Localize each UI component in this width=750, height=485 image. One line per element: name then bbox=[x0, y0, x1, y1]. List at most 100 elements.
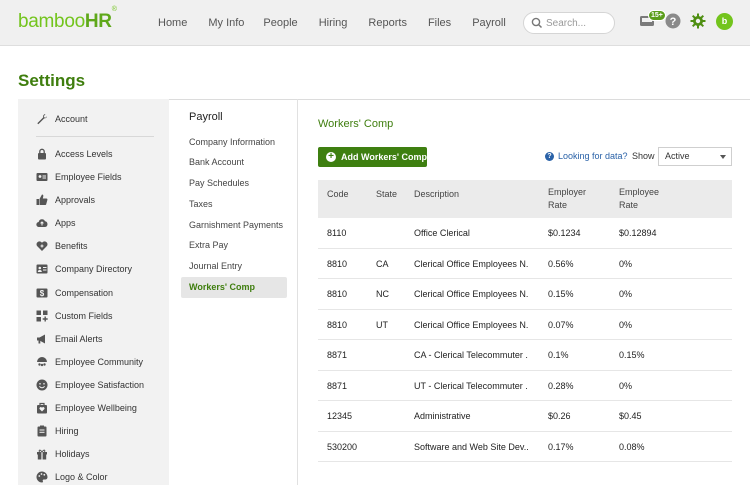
cell-employee-rate: 0.15% bbox=[619, 350, 645, 360]
subnav-title: Payroll bbox=[189, 111, 223, 123]
svg-text:?: ? bbox=[670, 16, 677, 28]
nav-my-info[interactable]: My Info bbox=[208, 17, 244, 29]
subnav-item-pay-schedules[interactable]: Pay Schedules bbox=[181, 173, 287, 194]
sidebar-item-compensation[interactable]: $ Compensation bbox=[36, 283, 113, 303]
sidebar-item-employee-satisfaction[interactable]: Employee Satisfaction bbox=[36, 375, 144, 395]
subnav-item-garnishment-payments[interactable]: Garnishment Payments bbox=[181, 215, 287, 236]
cell-code: 8810 bbox=[327, 289, 348, 299]
wellbeing-icon bbox=[37, 402, 47, 414]
table-row[interactable]: 8810 CA Clerical Office Employees N... 0… bbox=[318, 249, 732, 279]
column-header-line: Rate bbox=[548, 200, 568, 210]
sidebar-item-apps[interactable]: Apps bbox=[36, 213, 76, 233]
table-row[interactable]: 530200 Software and Web Site Dev... 0.17… bbox=[318, 432, 732, 462]
gift-icon bbox=[37, 449, 47, 460]
add-workers-comp-button[interactable]: + Add Workers' Comp bbox=[318, 147, 427, 167]
subnav-item-taxes[interactable]: Taxes bbox=[181, 194, 287, 215]
table-row[interactable]: 8810 UT Clerical Office Employees N... 0… bbox=[318, 310, 732, 340]
cell-employer-rate: 0.56% bbox=[548, 258, 574, 269]
column-header-employee-rate[interactable]: Employee Rate bbox=[619, 186, 679, 212]
cell-employee-rate: $0.12894 bbox=[619, 228, 657, 238]
table-row[interactable]: 8871 CA - Clerical Telecommuter ... 0.1%… bbox=[318, 340, 732, 371]
cell-code: 8810 bbox=[327, 319, 348, 330]
subnav-item-extra-pay[interactable]: Extra Pay bbox=[181, 235, 287, 256]
table-row[interactable]: 8110 Office Clerical $0.1234 $0.12894 bbox=[318, 218, 732, 249]
cell-employer-rate: 0.15% bbox=[548, 289, 574, 299]
subnav-item-company-information[interactable]: Company Information bbox=[181, 132, 287, 153]
column-header-line: Employer bbox=[548, 187, 587, 197]
table-row[interactable]: 12345 Administrative $0.26 $0.45 bbox=[318, 401, 732, 432]
cell-code: 8871 bbox=[327, 350, 348, 360]
sidebar-item-email-alerts[interactable]: Email Alerts bbox=[36, 329, 103, 349]
cell-description: Office Clerical bbox=[414, 228, 470, 238]
sidebar-item-benefits[interactable]: Benefits bbox=[36, 236, 88, 256]
sidebar-item-holidays[interactable]: Holidays bbox=[36, 444, 90, 464]
status-filter-value: Active bbox=[665, 151, 690, 161]
table-row[interactable]: 8871 UT - Clerical Telecommuter ... 0.28… bbox=[318, 371, 732, 401]
cell-employee-rate: 0% bbox=[619, 380, 633, 391]
cell-employer-rate: 0.1% bbox=[548, 350, 569, 360]
nav-files[interactable]: Files bbox=[428, 17, 451, 29]
sidebar-item-access-levels[interactable]: Access Levels bbox=[36, 144, 113, 164]
sidebar-item-hiring[interactable]: Hiring bbox=[36, 421, 79, 441]
clipboard-icon bbox=[37, 425, 47, 437]
subnav-item-workers-comp[interactable]: Workers' Comp bbox=[181, 277, 287, 298]
cell-code: 8871 bbox=[327, 380, 348, 391]
looking-for-data-link[interactable]: ? Looking for data? bbox=[545, 151, 628, 161]
cell-description: Clerical Office Employees N... bbox=[414, 289, 528, 299]
gear-icon[interactable] bbox=[690, 13, 706, 29]
cell-description: Clerical Office Employees N... bbox=[414, 258, 528, 269]
sidebar-item-logo-color[interactable]: Logo & Color bbox=[36, 467, 108, 485]
sidebar-item-approvals[interactable]: Approvals bbox=[36, 190, 95, 210]
search-icon bbox=[531, 17, 543, 29]
column-header-description[interactable]: Description bbox=[414, 188, 528, 201]
sidebar-divider bbox=[36, 136, 154, 137]
search-input[interactable] bbox=[546, 16, 610, 30]
cell-employer-rate: 0.07% bbox=[548, 319, 574, 330]
sidebar-item-company-directory[interactable]: Company Directory bbox=[36, 259, 132, 279]
smiley-icon bbox=[36, 379, 48, 391]
subnav-item-journal-entry[interactable]: Journal Entry bbox=[181, 256, 287, 277]
palette-icon bbox=[36, 471, 48, 483]
cell-description: Software and Web Site Dev... bbox=[414, 441, 528, 452]
thumbs-up-icon bbox=[36, 194, 48, 205]
help-icon[interactable]: ? bbox=[665, 13, 681, 29]
cell-code: 8810 bbox=[327, 258, 348, 269]
cell-code: 12345 bbox=[327, 411, 353, 421]
table-row[interactable]: 8810 NC Clerical Office Employees N... 0… bbox=[318, 279, 732, 310]
bamboohr-logo[interactable]: bambooHR® bbox=[18, 6, 117, 33]
cell-employee-rate: 0.08% bbox=[619, 441, 645, 452]
nav-people[interactable]: People bbox=[263, 17, 297, 29]
sidebar-item-label: Logo & Color bbox=[55, 472, 108, 482]
cell-employee-rate: 0% bbox=[619, 258, 633, 269]
column-header-employer-rate[interactable]: Employer Rate bbox=[548, 186, 608, 212]
sidebar-item-employee-fields[interactable]: Employee Fields bbox=[36, 167, 122, 187]
search-box[interactable] bbox=[523, 12, 615, 34]
main-nav: Home My Info People Hiring Reports Files… bbox=[158, 17, 527, 29]
nav-reports[interactable]: Reports bbox=[368, 17, 407, 29]
looking-link-label: Looking for data? bbox=[558, 151, 628, 161]
nav-payroll[interactable]: Payroll bbox=[472, 17, 506, 29]
column-header-code[interactable]: Code bbox=[327, 188, 372, 201]
chevron-down-icon bbox=[720, 155, 726, 159]
sidebar-item-account[interactable]: Account bbox=[36, 109, 88, 129]
column-header-state[interactable]: State bbox=[376, 188, 406, 201]
cell-description: Administrative bbox=[414, 411, 471, 421]
svg-text:$: $ bbox=[40, 289, 45, 298]
sidebar-item-label: Custom Fields bbox=[55, 311, 113, 321]
nav-hiring[interactable]: Hiring bbox=[319, 17, 348, 29]
subnav-item-bank-account[interactable]: Bank Account bbox=[181, 152, 287, 173]
sidebar-item-custom-fields[interactable]: Custom Fields bbox=[36, 306, 113, 326]
grid-plus-icon bbox=[36, 310, 48, 322]
cell-employee-rate: $0.45 bbox=[619, 411, 642, 421]
sidebar-item-employee-community[interactable]: Employee Community bbox=[36, 352, 143, 372]
settings-sidebar: Account Access Levels Employee Fields Ap… bbox=[18, 99, 169, 485]
lock-icon bbox=[38, 148, 46, 160]
sidebar-item-label: Company Directory bbox=[55, 264, 133, 274]
status-filter-select[interactable]: Active bbox=[658, 147, 732, 166]
megaphone-icon bbox=[37, 334, 45, 344]
sidebar-item-employee-wellbeing[interactable]: Employee Wellbeing bbox=[36, 398, 137, 418]
cell-description: UT - Clerical Telecommuter ... bbox=[414, 380, 528, 391]
user-avatar[interactable]: b bbox=[716, 13, 733, 30]
nav-home[interactable]: Home bbox=[158, 17, 187, 29]
cell-employee-rate: 0% bbox=[619, 319, 633, 330]
